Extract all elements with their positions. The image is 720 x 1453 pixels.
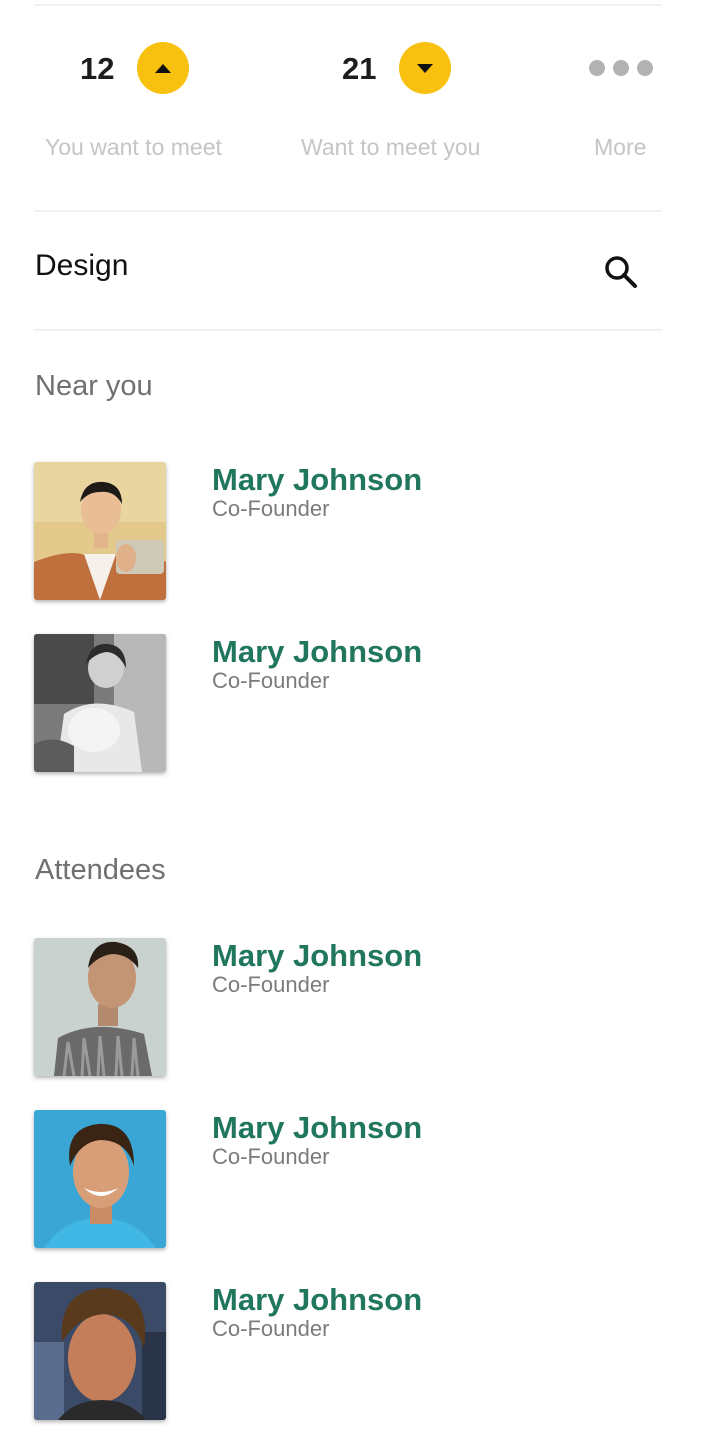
attendees-heading: Attendees <box>35 854 166 886</box>
avatar[interactable] <box>34 462 166 600</box>
more-dots-icon[interactable] <box>589 60 653 76</box>
you-want-to-meet-count: 12 <box>80 50 115 86</box>
search-button[interactable] <box>598 250 644 296</box>
list-item[interactable]: Mary Johnson Co-Founder <box>34 1282 634 1420</box>
want-to-meet-you-stat[interactable]: 21 <box>342 42 452 94</box>
search-query[interactable]: Design <box>35 249 128 283</box>
you-want-to-meet-label[interactable]: You want to meet <box>45 134 222 161</box>
person-role: Co-Founder <box>212 1316 330 1341</box>
list-item[interactable]: Mary Johnson Co-Founder <box>34 462 634 600</box>
person-name[interactable]: Mary Johnson <box>212 462 422 498</box>
avatar[interactable] <box>34 1110 166 1248</box>
arrow-up-icon[interactable] <box>137 42 190 94</box>
person-role: Co-Founder <box>212 1144 330 1169</box>
person-name[interactable]: Mary Johnson <box>212 938 422 974</box>
near-you-heading: Near you <box>35 370 153 402</box>
person-name[interactable]: Mary Johnson <box>212 634 422 670</box>
person-name[interactable]: Mary Johnson <box>212 1110 422 1146</box>
list-item[interactable]: Mary Johnson Co-Founder <box>34 938 634 1076</box>
list-item[interactable]: Mary Johnson Co-Founder <box>34 1110 634 1248</box>
want-to-meet-you-label[interactable]: Want to meet you <box>301 134 480 161</box>
search-divider <box>34 329 662 331</box>
person-role: Co-Founder <box>212 972 330 997</box>
person-role: Co-Founder <box>212 668 330 693</box>
top-divider <box>34 4 662 6</box>
list-item[interactable]: Mary Johnson Co-Founder <box>34 634 634 772</box>
more-label[interactable]: More <box>594 134 646 161</box>
person-name[interactable]: Mary Johnson <box>212 1282 422 1318</box>
avatar[interactable] <box>34 938 166 1076</box>
want-to-meet-you-count: 21 <box>342 50 377 86</box>
stats-divider <box>34 210 662 212</box>
search-icon <box>605 256 637 288</box>
avatar[interactable] <box>34 1282 166 1420</box>
avatar[interactable] <box>34 634 166 772</box>
you-want-to-meet-stat[interactable]: 12 <box>80 42 190 94</box>
arrow-down-icon[interactable] <box>399 42 452 94</box>
person-role: Co-Founder <box>212 496 330 521</box>
